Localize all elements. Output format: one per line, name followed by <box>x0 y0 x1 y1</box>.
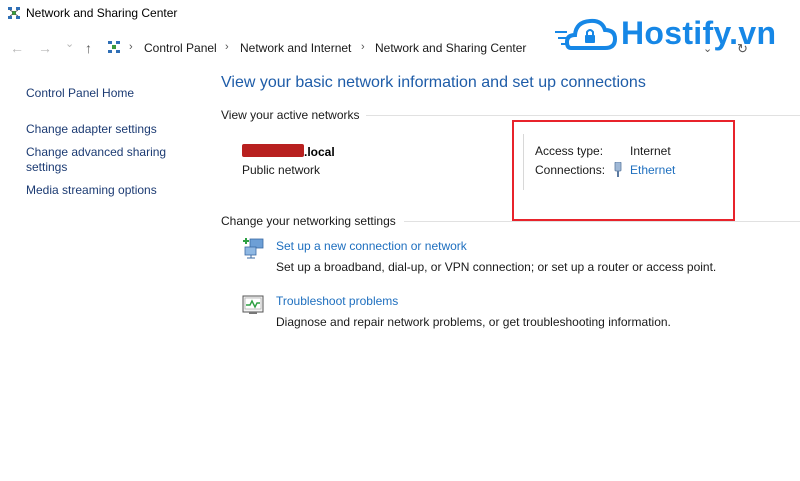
cloud-lock-icon <box>555 18 618 50</box>
troubleshoot-problems-desc: Diagnose and repair network problems, or… <box>276 315 671 329</box>
sidebar: Control Panel Home Change adapter settin… <box>0 62 215 481</box>
setup-new-connection-desc: Set up a broadband, dial-up, or VPN conn… <box>276 260 717 274</box>
hostify-brand-text: Hostify.vn <box>621 15 777 51</box>
active-networks-title: View your active networks <box>221 108 360 122</box>
recent-locations-icon[interactable]: ⌄ <box>65 37 74 50</box>
address-location-icon <box>108 41 120 53</box>
window-title: Network and Sharing Center <box>26 6 178 20</box>
section-divider <box>366 115 800 116</box>
new-connection-icon <box>243 238 264 259</box>
troubleshoot-icon <box>242 295 264 314</box>
breadcrumb-separator[interactable]: › <box>361 41 365 53</box>
sidebar-item-change-advanced-sharing[interactable]: Change advanced sharing settings <box>26 145 176 175</box>
highlight-annotation-box <box>512 120 735 221</box>
setup-new-connection-link[interactable]: Set up a new connection or network <box>276 239 467 253</box>
back-arrow-icon[interactable]: ← <box>10 40 24 56</box>
network-type: Public network <box>242 163 321 177</box>
breadcrumb-network-internet[interactable]: Network and Internet <box>240 41 351 55</box>
sidebar-item-media-streaming[interactable]: Media streaming options <box>26 183 206 198</box>
breadcrumb-control-panel[interactable]: Control Panel <box>144 41 217 55</box>
sidebar-item-control-panel-home[interactable]: Control Panel Home <box>26 86 206 101</box>
troubleshoot-problems-link[interactable]: Troubleshoot problems <box>276 294 398 308</box>
forward-arrow-icon[interactable]: → <box>38 40 52 56</box>
hostify-logo: Hostify.vn <box>555 10 800 58</box>
network-center-icon <box>8 7 20 19</box>
network-name: .local <box>304 145 335 159</box>
networking-settings-title: Change your networking settings <box>221 214 396 228</box>
breadcrumb-separator[interactable]: › <box>129 41 133 53</box>
up-arrow-icon[interactable]: ↑ <box>85 40 92 56</box>
breadcrumb-separator[interactable]: › <box>225 41 229 53</box>
page-title: View your basic network information and … <box>221 74 646 91</box>
section-divider <box>404 221 800 222</box>
breadcrumb-network-sharing-center[interactable]: Network and Sharing Center <box>375 41 526 55</box>
sidebar-item-change-adapter-settings[interactable]: Change adapter settings <box>26 122 206 137</box>
redacted-network-name <box>242 144 304 157</box>
